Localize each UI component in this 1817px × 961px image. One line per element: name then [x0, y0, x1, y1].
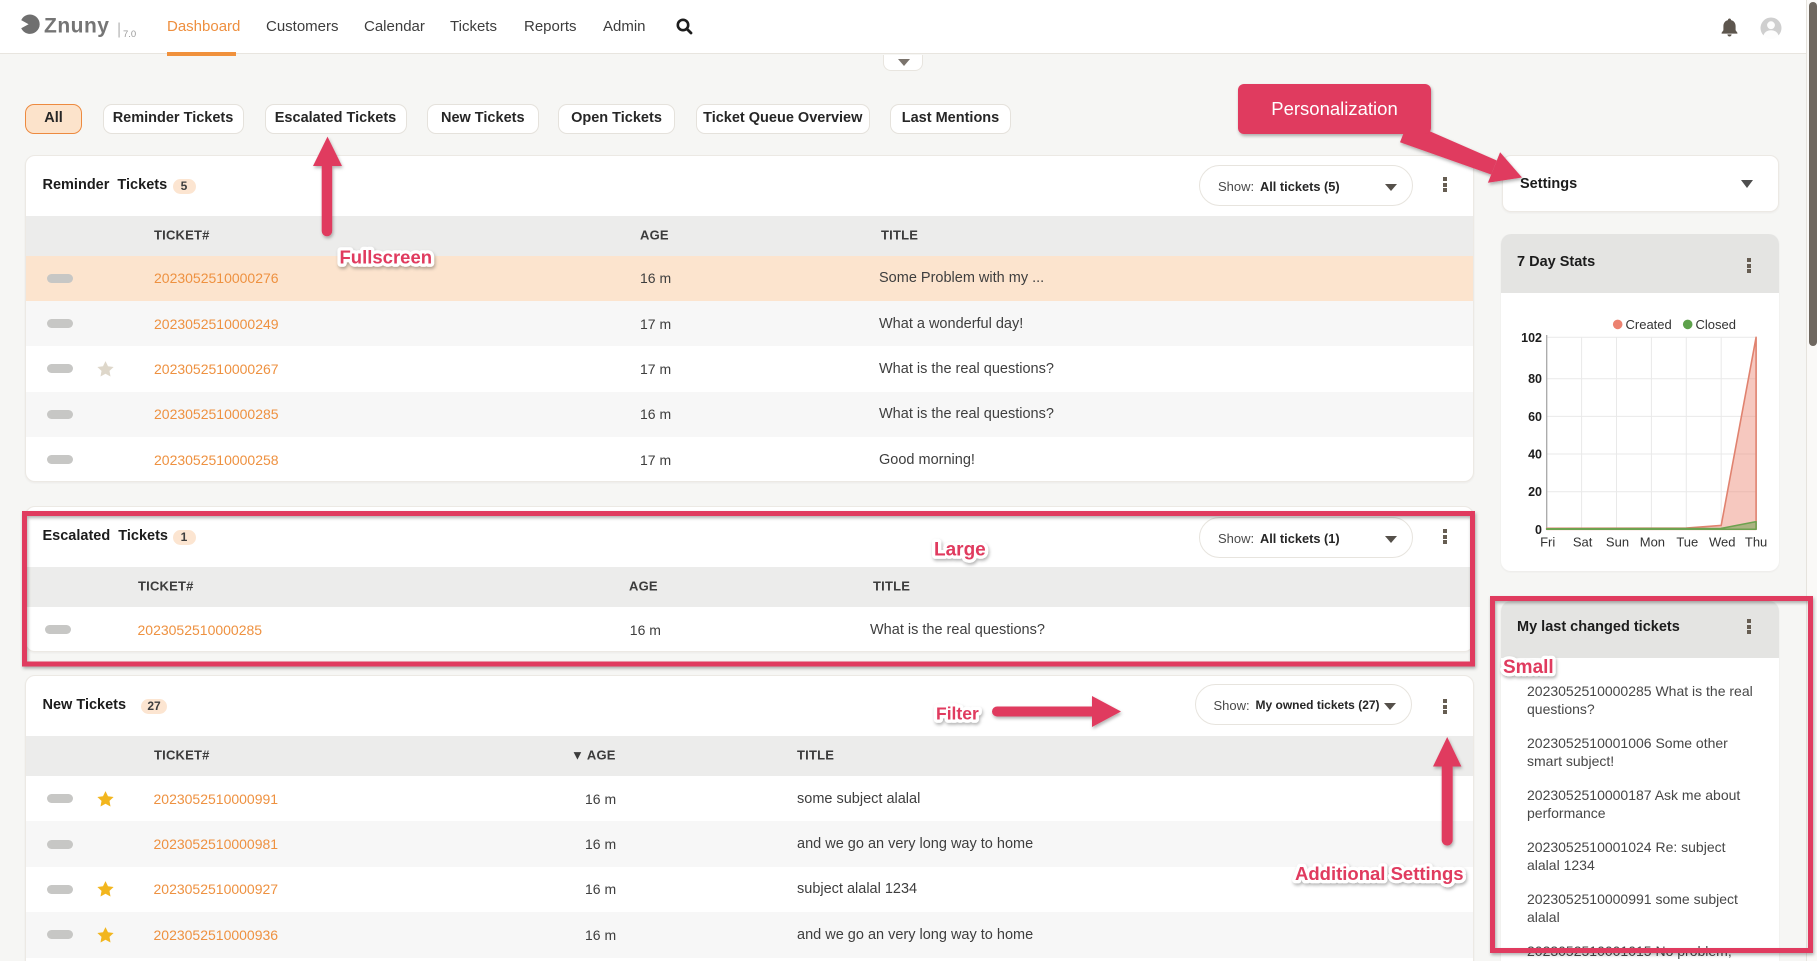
svg-text:Fri: Fri	[1540, 535, 1555, 550]
svg-text:Wed: Wed	[1709, 535, 1736, 550]
svg-text:Znuny: Znuny	[44, 15, 110, 38]
svg-text:Thu: Thu	[1745, 535, 1767, 550]
svg-text:Personalization: Personalization	[1271, 98, 1398, 119]
svg-text:20: 20	[1528, 485, 1542, 499]
svg-text:Tue: Tue	[1676, 535, 1698, 550]
svg-text:|: |	[117, 21, 121, 38]
svg-text:60: 60	[1528, 410, 1542, 424]
svg-text:80: 80	[1528, 372, 1542, 386]
svg-text:Sat: Sat	[1573, 535, 1593, 550]
svg-text:7.0: 7.0	[123, 29, 136, 40]
svg-text:Sun: Sun	[1606, 535, 1629, 550]
svg-text:Closed: Closed	[1696, 317, 1736, 332]
svg-text:Created: Created	[1626, 317, 1672, 332]
svg-text:Mon: Mon	[1640, 535, 1665, 550]
svg-text:40: 40	[1528, 448, 1542, 462]
svg-text:102: 102	[1521, 331, 1542, 345]
